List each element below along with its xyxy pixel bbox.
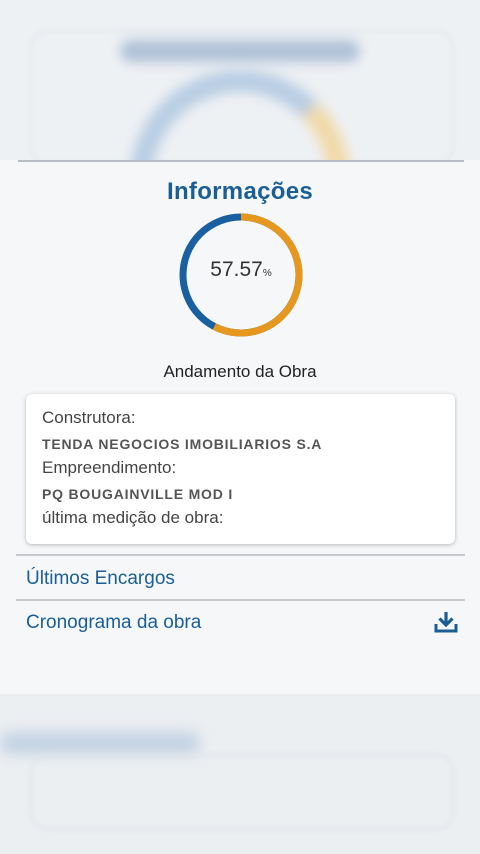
background-blurred-title (120, 40, 360, 62)
builder-value: TENDA NEGOCIOS IMOBILIARIOS S.A (42, 436, 323, 452)
progress-label: Andamento da Obra (163, 362, 317, 381)
background-frame (30, 754, 454, 830)
progress-value-unit: % (262, 268, 272, 279)
background-blurred-footer (0, 694, 480, 854)
download-icon[interactable] (434, 610, 458, 634)
progress-value: 57.57% (176, 258, 306, 282)
progress-value-number: 57.57 (210, 258, 263, 281)
background-blurred-text (0, 732, 200, 754)
info-card: Construtora: TENDA NEGOCIOS IMOBILIARIOS… (26, 394, 455, 544)
builder-label: Construtora: (42, 408, 136, 427)
schedule-link[interactable]: Cronograma da obra (26, 612, 201, 634)
background-blurred-header (0, 0, 480, 170)
development-value: PQ BOUGAINVILLE MOD I (42, 486, 234, 502)
modal-top-divider (18, 160, 464, 162)
modal-title: Informações (166, 178, 313, 205)
divider (16, 599, 465, 601)
last-charges-link[interactable]: Últimos Encargos (26, 568, 175, 590)
development-label: Empreendimento: (42, 458, 177, 477)
info-modal: Informações 57.57% Andamento da Obra Con… (0, 160, 480, 694)
last-measurement-label: última medição de obra: (42, 508, 224, 527)
divider (16, 554, 465, 556)
